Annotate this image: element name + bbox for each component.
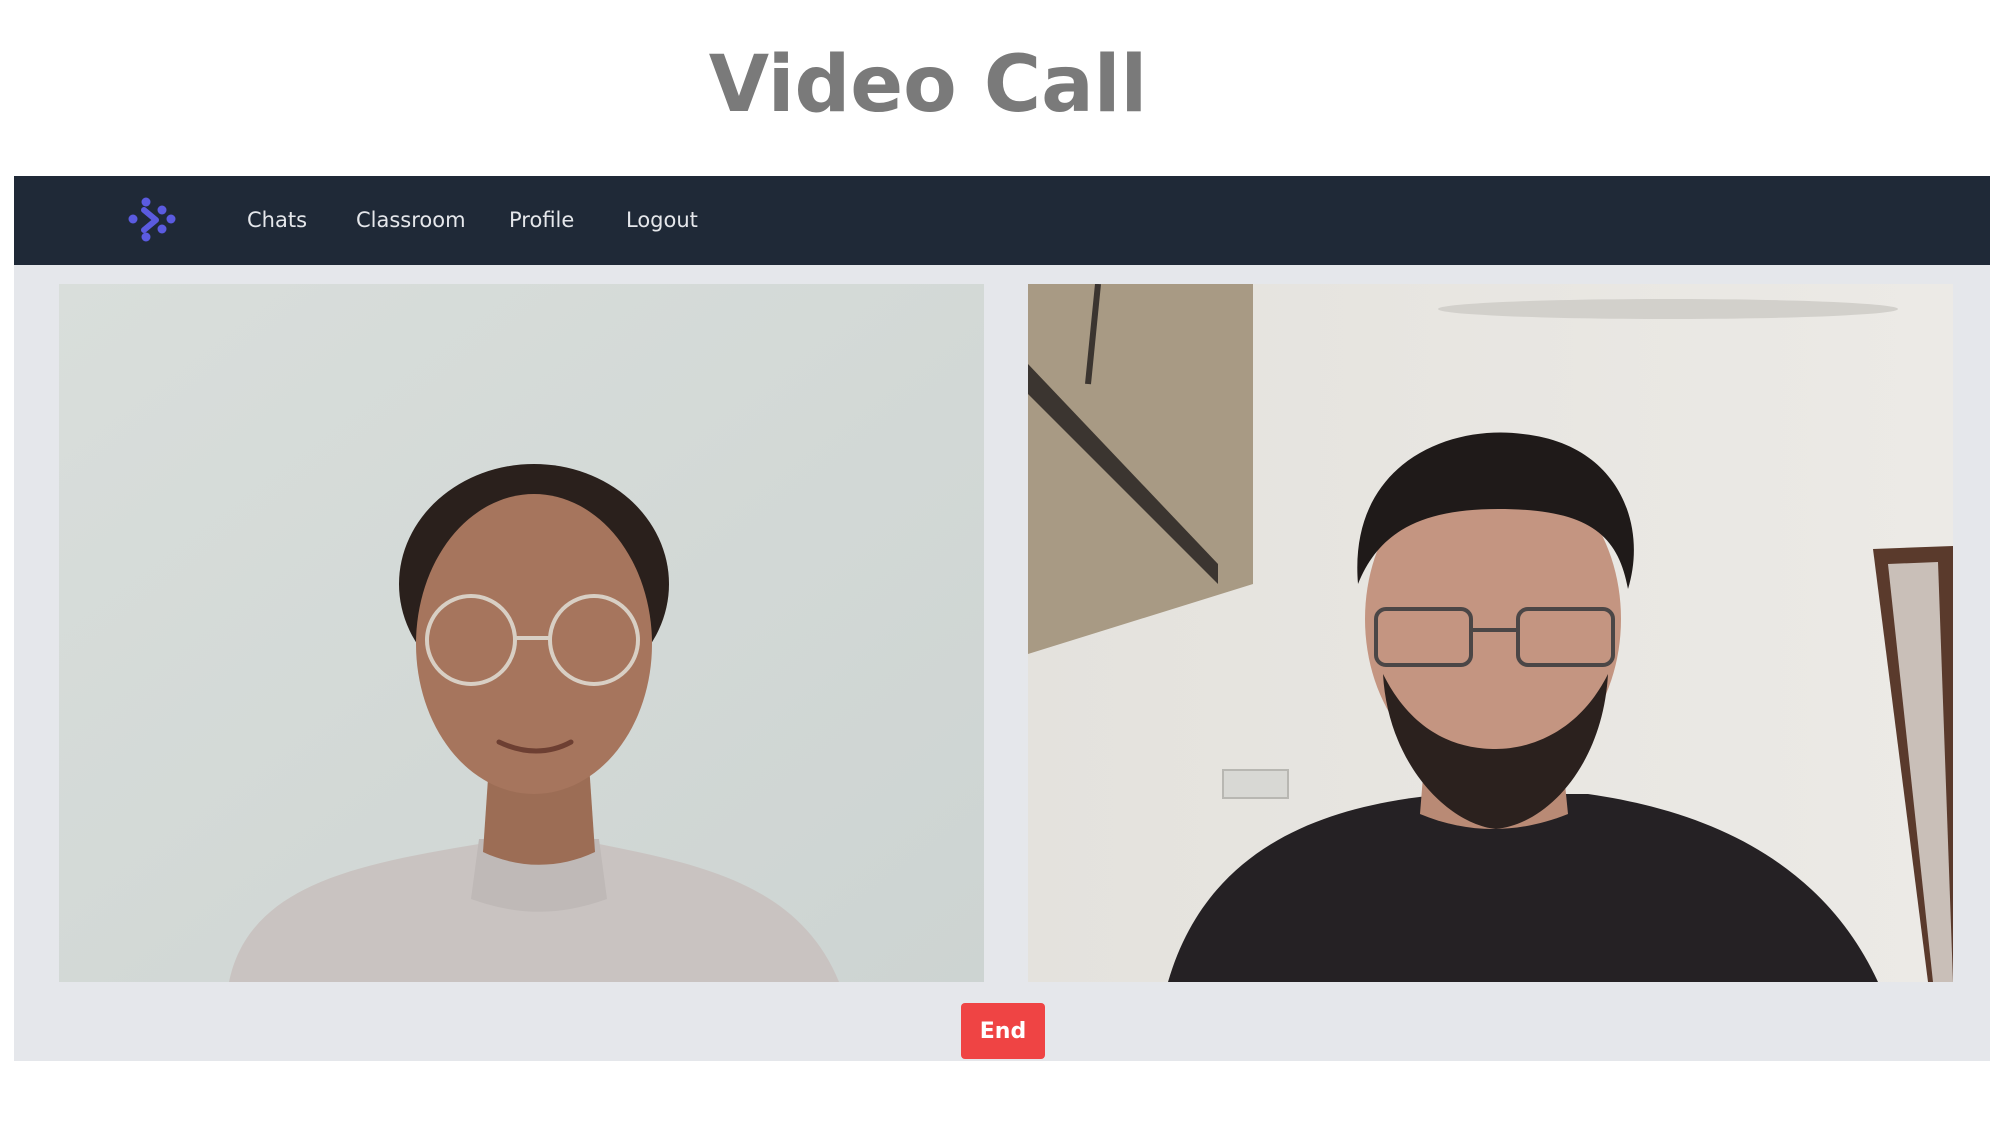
video-tile-left [59,284,984,982]
nav-profile[interactable]: Profile [509,176,574,265]
brand-logo-icon[interactable] [127,196,177,246]
nav-classroom[interactable]: Classroom [356,176,466,265]
navbar: Chats Classroom Profile Logout [14,176,1990,265]
nav-chats[interactable]: Chats [247,176,307,265]
video-tile-right [1028,284,1953,982]
end-call-button[interactable]: End [961,1003,1045,1059]
nav-logout[interactable]: Logout [626,176,698,265]
page-title: Video Call [708,40,1148,130]
app-window: Chats Classroom Profile Logout End [14,176,1990,1061]
